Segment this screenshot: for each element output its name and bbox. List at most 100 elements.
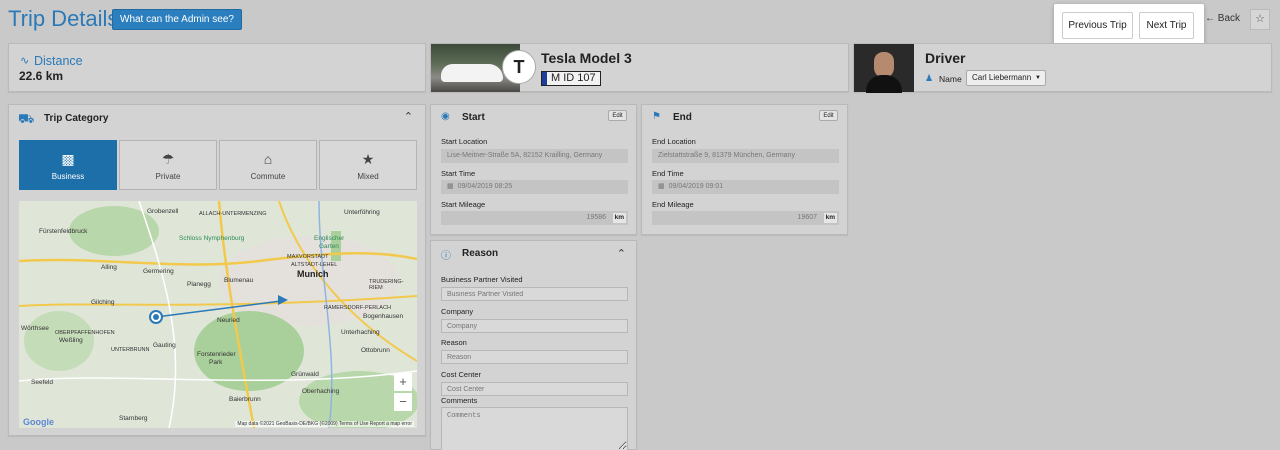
end-location-label: End Location	[652, 137, 696, 146]
map-label: Grobenzell	[147, 208, 179, 215]
map-label: Wörthsee	[21, 325, 49, 332]
start-mileage-value: 19586	[586, 214, 606, 221]
vehicle-name: Tesla Model 3	[541, 50, 632, 66]
chevron-down-icon: ▼	[1035, 75, 1041, 81]
distance-card: ∿ Distance 22.6 km	[8, 43, 426, 92]
start-mileage-field[interactable]: 19586 km	[441, 211, 628, 225]
start-time-field[interactable]: 09/04/2019 08:25	[441, 180, 628, 194]
map-label: Seefeld	[31, 379, 54, 386]
trip-category-card: ⛟ Trip Category ⌃ ▩ Business ☂ Private ⌂…	[8, 104, 426, 436]
map-label: Baierbrunn	[229, 396, 261, 403]
driver-name-value: Carl Liebermann	[972, 73, 1032, 82]
end-title: End	[673, 112, 692, 123]
driver-name-select[interactable]: Carl Liebermann ▼	[966, 70, 1046, 86]
trip-category-options: ▩ Business ☂ Private ⌂ Commute ★ Mixed	[19, 140, 417, 190]
tesla-logo-icon: T	[502, 50, 536, 84]
company-label: Company	[441, 307, 474, 316]
end-time-field[interactable]: 09/04/2019 09:01	[652, 180, 839, 194]
map-label: Planegg	[187, 281, 211, 288]
back-label: Back	[1217, 13, 1241, 24]
edit-end-button[interactable]: Edit	[819, 110, 838, 121]
collapse-icon[interactable]: ⌃	[404, 110, 413, 123]
comments-input[interactable]	[441, 407, 628, 450]
start-title: Start	[462, 112, 485, 123]
favorite-button[interactable]: ☆	[1250, 9, 1270, 30]
route-icon: ∿	[20, 55, 30, 67]
license-plate: M ID 107	[541, 71, 601, 86]
map-label: Forstenrieder	[197, 351, 236, 358]
reason-title: Reason	[462, 248, 499, 259]
trip-navigation-popover: Previous Trip Next Trip	[1054, 4, 1204, 46]
map-label: Unterhaching	[341, 329, 380, 336]
category-private[interactable]: ☂ Private	[119, 140, 217, 190]
previous-trip-button[interactable]: Previous Trip	[1062, 12, 1133, 39]
map-label: Alling	[101, 264, 117, 271]
start-location-label: Start Location	[441, 137, 488, 146]
info-icon: ⓘ	[441, 251, 451, 262]
vehicle-card: T Tesla Model 3 M ID 107	[430, 43, 849, 92]
category-label: Business	[51, 172, 85, 181]
start-card: ◉ Start Edit Start Location Lise-Meitner…	[430, 104, 637, 235]
trip-category-title: Trip Category	[44, 113, 109, 124]
company-input[interactable]	[441, 319, 628, 333]
arrow-left-icon: ←	[1205, 13, 1218, 24]
map-label: OBERPFAFFENHOFEN	[55, 330, 115, 336]
map-label: Fürstenfeldbruck	[39, 228, 88, 235]
map-label: Grünwald	[291, 371, 319, 378]
car-icon: ⛟	[18, 111, 35, 126]
start-marker-icon: ◉	[441, 111, 450, 122]
map-label: Ottobrunn	[361, 347, 390, 354]
cost-center-input[interactable]	[441, 382, 628, 396]
map-label: Blumenau	[224, 277, 254, 284]
collapse-icon[interactable]: ⌃	[617, 247, 626, 260]
map-label: Park	[209, 359, 223, 366]
trip-map[interactable]: Grobenzell ALLACH-UNTERMENZING Unterföhr…	[19, 201, 417, 428]
category-mixed[interactable]: ★ Mixed	[319, 140, 417, 190]
star-icon: ☆	[1255, 13, 1265, 25]
category-commute[interactable]: ⌂ Commute	[219, 140, 317, 190]
map-label: ALLACH-UNTERMENZING	[199, 211, 267, 217]
map-label: ALTSTADT-LEHEL	[291, 262, 338, 268]
back-button[interactable]: ← Back	[1201, 8, 1244, 29]
category-label: Commute	[250, 172, 286, 181]
zoom-in-button[interactable]: +	[394, 373, 412, 391]
map-label: Schloss Nymphenburg	[179, 235, 245, 242]
map-label: Starnberg	[119, 415, 148, 422]
end-card: ⚑ End Edit End Location Zielstattstraße …	[641, 104, 848, 235]
km-unit: km	[612, 213, 626, 223]
category-business[interactable]: ▩ Business	[19, 140, 117, 190]
distance-value: 22.6 km	[19, 69, 64, 83]
house-icon: ⌂	[263, 151, 273, 167]
map-attribution[interactable]: Map data ©2021 GeoBasis-DE/BKG (©2009) T…	[235, 421, 414, 427]
map-label: Gauting	[153, 342, 176, 349]
partner-input[interactable]	[441, 287, 628, 301]
cost-center-label: Cost Center	[441, 370, 482, 379]
driver-card: Driver ♟ Name Carl Liebermann ▼	[853, 43, 1272, 93]
star-icon: ★	[361, 151, 375, 167]
reason-input[interactable]	[441, 350, 628, 364]
next-trip-button[interactable]: Next Trip	[1139, 12, 1194, 39]
reason-card: ⓘ Reason ⌃ Business Partner Visited Comp…	[430, 240, 637, 450]
admin-visibility-button[interactable]: What can the Admin see?	[112, 9, 242, 30]
partner-label: Business Partner Visited	[441, 275, 523, 284]
start-location-field[interactable]: Lise-Meitner-Straße 5A, 82152 Krailling,…	[441, 149, 628, 163]
briefcase-icon: ▩	[61, 151, 75, 167]
map-label: Munich	[297, 269, 329, 279]
map-label: Garten	[319, 243, 339, 250]
reason-label: Reason	[441, 338, 467, 347]
person-icon: ♟	[925, 73, 934, 83]
map-label: RAMERSDORF-PERLACH	[324, 305, 391, 311]
edit-start-button[interactable]: Edit	[608, 110, 627, 121]
zoom-out-button[interactable]: −	[394, 393, 412, 411]
driver-name-label: Name	[939, 74, 962, 84]
map-label: MAXVORSTADT	[287, 254, 329, 260]
category-label: Private	[155, 172, 181, 181]
umbrella-icon: ☂	[161, 151, 175, 167]
map-label: Weßling	[59, 337, 83, 344]
map-label: Germering	[143, 268, 174, 275]
google-logo: Google	[23, 417, 54, 427]
end-location-field[interactable]: Zielstattstraße 9, 81379 München, German…	[652, 149, 839, 163]
end-mileage-field[interactable]: 19607 km	[652, 211, 839, 225]
end-mileage-label: End Mileage	[652, 200, 694, 209]
map-label: TRUDERING-RIEM	[369, 279, 404, 291]
